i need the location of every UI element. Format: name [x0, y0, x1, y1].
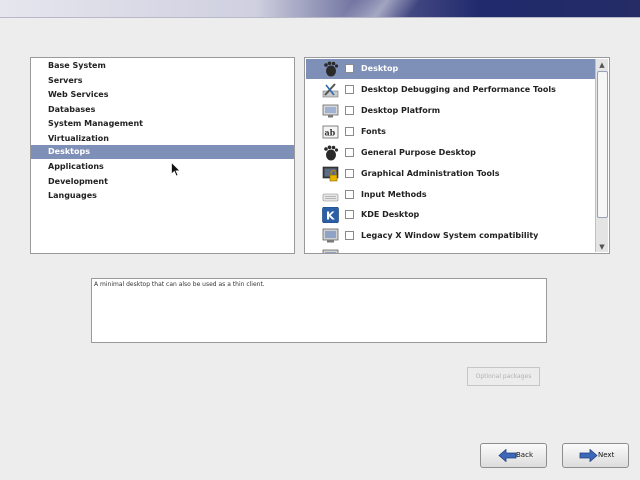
group-item-applications[interactable]: Applications [31, 160, 294, 174]
package-label: Desktop Platform [361, 106, 441, 115]
group-item-languages[interactable]: Languages [31, 189, 294, 203]
group-item-system-management[interactable]: System Management [31, 117, 294, 131]
group-item-servers[interactable]: Servers [31, 74, 294, 88]
group-item-virtualization[interactable]: Virtualization [31, 132, 294, 146]
package-row-debugging-tools[interactable]: Desktop Debugging and Performance Tools [306, 80, 595, 100]
package-label: KDE Desktop [361, 210, 420, 219]
package-row-partial [306, 247, 595, 253]
monitor-icon [322, 249, 339, 253]
package-checkbox[interactable] [345, 85, 354, 94]
package-label: Desktop Debugging and Performance Tools [361, 85, 556, 94]
package-row-desktop-platform[interactable]: Desktop Platform [306, 101, 595, 121]
package-label: Legacy X Window System compatibility [361, 231, 539, 240]
package-row-fonts[interactable]: ab Fonts [306, 122, 595, 142]
group-item-development[interactable]: Development [31, 175, 294, 189]
arrow-right-icon [579, 449, 598, 462]
svg-text:ab: ab [325, 127, 336, 137]
package-label: Input Methods [361, 189, 427, 199]
scrollbar-thumb[interactable] [597, 71, 608, 218]
gnome-foot-icon [324, 145, 339, 160]
group-item-desktops[interactable]: Desktops [31, 145, 294, 159]
package-checkbox[interactable] [345, 147, 354, 157]
arrow-left-icon [498, 449, 517, 462]
group-item-databases[interactable]: Databases [31, 103, 294, 117]
package-checkbox[interactable] [345, 106, 354, 115]
package-group-list[interactable]: Desktop Desktop Debugging and Performanc… [304, 57, 610, 254]
package-label: Fonts [361, 126, 386, 136]
header-banner [0, 0, 640, 18]
admin-lock-icon [322, 166, 339, 181]
package-label: General Purpose Desktop [361, 147, 476, 157]
debug-tools-icon [322, 83, 339, 98]
kde-icon: K [322, 207, 339, 223]
fonts-icon: ab [322, 125, 339, 138]
package-row-kde-desktop[interactable]: K KDE Desktop [306, 205, 595, 225]
next-label: Next [598, 451, 615, 459]
gnome-foot-icon [324, 61, 339, 77]
keyboard-icon [322, 193, 339, 201]
group-list[interactable]: Base System Servers Web Services Databas… [30, 57, 295, 254]
desktop-platform-icon [322, 104, 339, 118]
package-row-input-methods[interactable]: Input Methods [306, 185, 595, 205]
package-checkbox[interactable] [345, 168, 354, 178]
back-label: Back [516, 451, 533, 459]
package-row-graphical-admin-tools[interactable]: Graphical Administration Tools [306, 164, 595, 184]
group-item-base-system[interactable]: Base System [31, 59, 294, 73]
scroll-down-icon[interactable]: ▼ [596, 242, 608, 252]
package-list-scrollbar[interactable]: ▲ ▼ [595, 59, 608, 252]
package-checkbox[interactable] [345, 126, 354, 136]
description-text: A minimal desktop that can also be used … [94, 281, 265, 288]
package-row-desktop[interactable]: Desktop [306, 59, 595, 79]
back-button[interactable]: Back [480, 443, 547, 468]
header-decoration [288, 0, 472, 17]
package-checkbox[interactable] [345, 210, 354, 219]
mouse-cursor-icon [171, 162, 181, 177]
package-checkbox[interactable] [345, 189, 354, 199]
scroll-up-icon[interactable]: ▲ [596, 60, 608, 70]
package-label: Graphical Administration Tools [361, 168, 500, 178]
package-checkbox[interactable] [345, 231, 354, 240]
group-description: A minimal desktop that can also be used … [91, 278, 547, 343]
optional-packages-button[interactable]: Optional packages [467, 367, 540, 386]
group-item-web-services[interactable]: Web Services [31, 88, 294, 102]
monitor-icon [322, 228, 339, 243]
package-row-legacy-x[interactable]: Legacy X Window System compatibility [306, 226, 595, 246]
svg-text:K: K [326, 210, 335, 223]
next-button[interactable]: Next [562, 443, 629, 468]
package-checkbox[interactable] [345, 64, 354, 73]
package-label: Desktop [361, 64, 399, 73]
package-row-general-purpose-desktop[interactable]: General Purpose Desktop [306, 143, 595, 163]
